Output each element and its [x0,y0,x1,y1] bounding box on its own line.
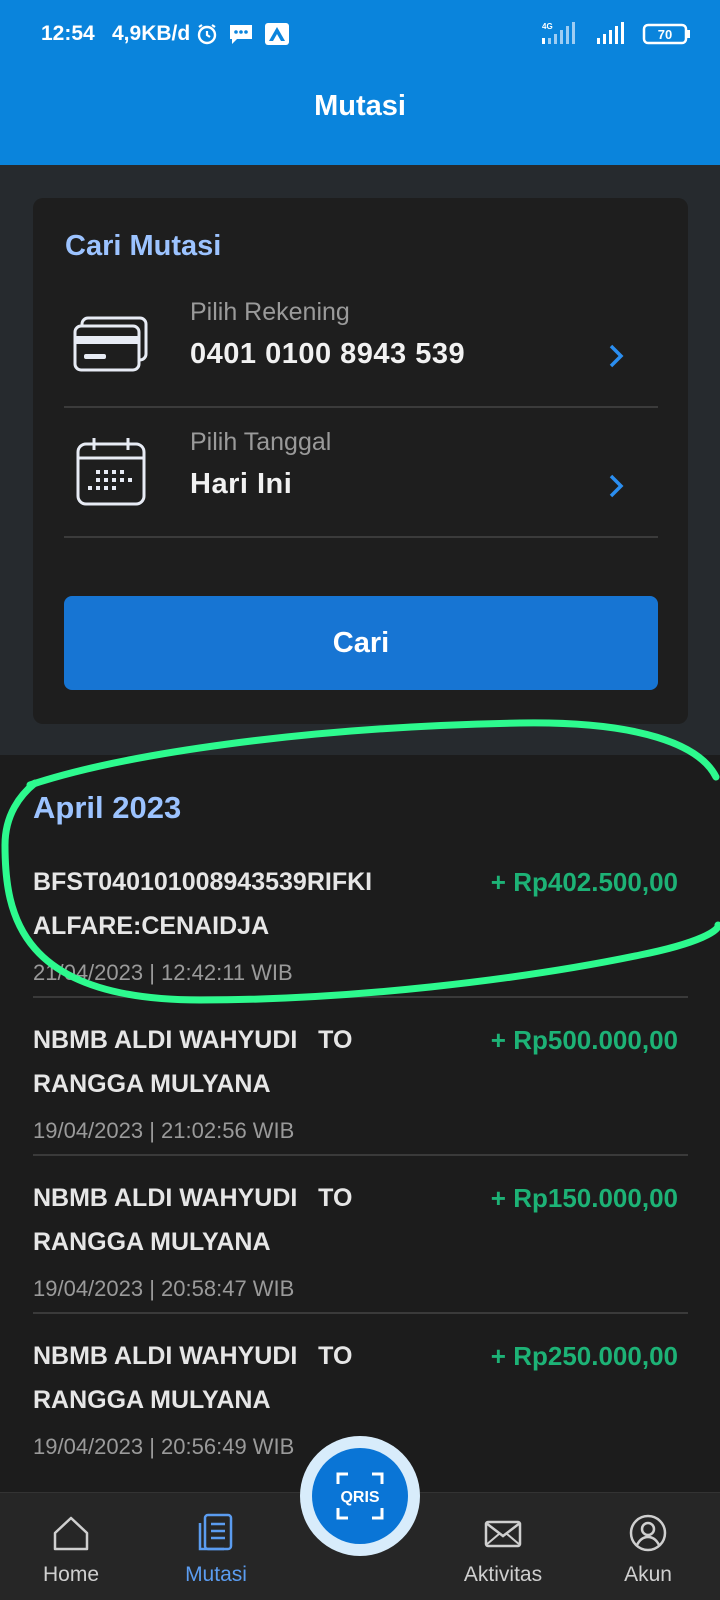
document-icon [198,1513,233,1551]
transaction-amount: + Rp402.500,00 [490,867,678,897]
transaction-item[interactable]: NBMB ALDI WAHYUDI TO RANGGA MULYANA + Rp… [33,998,688,1156]
transaction-amount: + Rp150.000,00 [490,1183,678,1213]
alarm-icon [197,24,217,45]
transaction-datetime: 19/04/2023 | 20:58:47 WIB [33,1276,295,1301]
search-card: Cari Mutasi Pilih Rekening 0401 0100 894… [33,198,688,724]
network-type-label: 4G [542,22,553,31]
transaction-amount: + Rp500.000,00 [490,1025,678,1055]
signal-icon: 4G [542,22,575,44]
credit-card-icon [73,316,148,372]
app-header: 12:54 4,9KB/d 4G 70 Mutasi [0,0,720,165]
search-button[interactable]: Cari [64,596,658,690]
transaction-description: NBMB ALDI WAHYUDI TO RANGGA MULYANA [33,1026,353,1098]
transaction-item[interactable]: NBMB ALDI WAHYUDI TO RANGGA MULYANA + Rp… [33,1156,688,1314]
transaction-datetime: 21/04/2023 | 12:42:11 WIB [33,960,293,985]
account-selector[interactable]: Pilih Rekening 0401 0100 8943 539 [64,278,658,408]
chevron-right-icon [609,474,624,498]
search-card-title: Cari Mutasi [65,230,222,262]
nav-home-label: Home [42,1563,100,1586]
account-label: Pilih Rekening [190,298,350,326]
month-header: April 2023 [33,790,182,825]
status-bar: 12:54 4,9KB/d 4G 70 [0,0,720,70]
account-number: 0401 0100 8943 539 [190,338,466,370]
status-time: 12:54 [41,22,95,45]
battery-icon: 70 [642,23,690,45]
date-value: Hari Ini [190,468,293,500]
nav-home[interactable]: Home [6,1493,136,1600]
status-network-speed: 4,9KB/d [112,22,191,45]
transaction-description: NBMB ALDI WAHYUDI TO RANGGA MULYANA [33,1184,353,1256]
nav-aktivitas[interactable]: Aktivitas [438,1493,568,1600]
transaction-datetime: 19/04/2023 | 20:56:49 WIB [33,1434,295,1459]
transaction-amount: + Rp250.000,00 [490,1341,678,1371]
user-icon [629,1514,667,1552]
transaction-datetime: 19/04/2023 | 21:02:56 WIB [33,1118,295,1143]
wifi-signal-icon [597,22,624,44]
nav-akun[interactable]: Akun [583,1493,713,1600]
message-icon [230,25,252,44]
chevron-right-icon [609,344,624,368]
transaction-item[interactable]: BFST040101008943539RIFKI ALFARE:CENAIDJA… [33,840,688,998]
battery-level: 70 [658,27,672,42]
calendar-icon [76,438,146,506]
home-icon [53,1516,89,1551]
envelope-icon [484,1520,522,1548]
transaction-description: NBMB ALDI WAHYUDI TO RANGGA MULYANA [33,1342,353,1414]
app-notification-icon [265,23,289,45]
nav-aktivitas-label: Aktivitas [463,1563,543,1586]
nav-mutasi-label: Mutasi [185,1563,247,1586]
date-label: Pilih Tanggal [190,428,332,456]
transaction-description: BFST040101008943539RIFKI ALFARE:CENAIDJA [33,868,373,940]
date-selector[interactable]: Pilih Tanggal Hari Ini [64,408,658,538]
qris-label: QRIS [340,1489,379,1506]
qris-scan-icon: QRIS [336,1472,384,1520]
nav-akun-label: Akun [624,1563,672,1586]
qris-scan-button[interactable]: QRIS [312,1448,408,1544]
nav-mutasi[interactable]: Mutasi [151,1493,281,1600]
page-title: Mutasi [314,90,406,122]
